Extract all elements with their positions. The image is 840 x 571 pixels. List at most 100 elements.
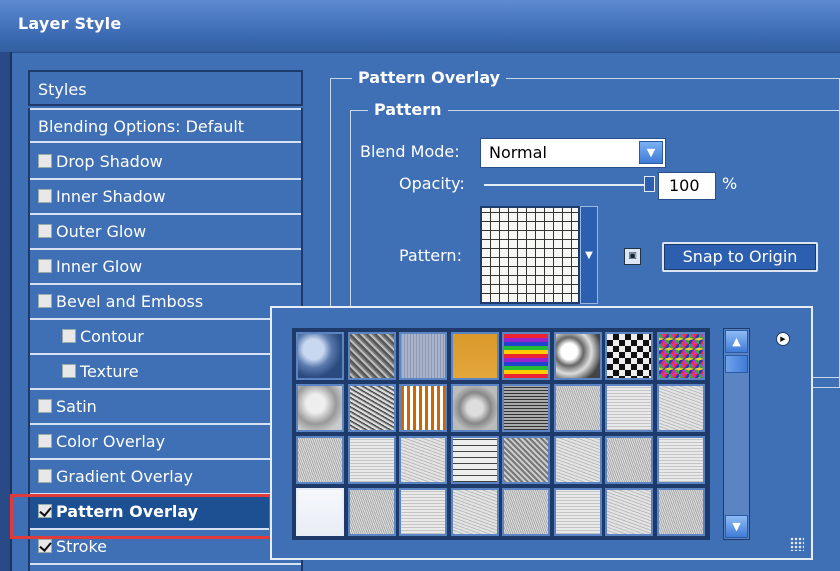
pattern-cell-rainbow-stripes[interactable] (502, 332, 550, 380)
style-item-gradient-overlay[interactable]: Gradient Overlay (30, 460, 301, 495)
style-checkbox[interactable] (38, 539, 52, 553)
style-item-outer-glow[interactable]: Outer Glow (30, 215, 301, 250)
pattern-cell-gray-bubbles[interactable] (450, 384, 499, 432)
style-item-bevel-and-emboss[interactable]: Bevel and Emboss (30, 285, 301, 320)
style-item-label: Color Overlay (56, 432, 166, 451)
style-checkbox[interactable] (38, 399, 52, 413)
pattern-cell-wrinkles[interactable] (347, 332, 396, 380)
style-checkbox[interactable] (38, 504, 52, 518)
pattern-scrollbar[interactable]: ▲ ▼ (723, 328, 750, 540)
style-item-label: Stroke (56, 537, 107, 556)
style-item-satin[interactable]: Satin (30, 390, 301, 425)
window-title: Layer Style (18, 14, 122, 33)
style-item-label: Satin (56, 397, 97, 416)
pattern-cell-bubbles[interactable] (296, 332, 344, 380)
pattern-grid (292, 328, 710, 540)
style-checkbox[interactable] (38, 469, 52, 483)
styles-header: Styles (28, 70, 303, 106)
style-item-label: Inner Glow (56, 257, 143, 276)
pattern-cell-confetti[interactable] (656, 332, 705, 380)
scroll-down-icon[interactable]: ▼ (725, 515, 748, 538)
style-item-pattern-overlay[interactable]: Pattern Overlay (30, 495, 301, 530)
style-checkbox[interactable] (38, 434, 52, 448)
pattern-cell-paper-9[interactable] (347, 488, 396, 536)
style-checkbox[interactable] (38, 189, 52, 203)
opacity-label: Opacity: (399, 174, 465, 193)
blend-mode-select[interactable]: Normal ▼ (480, 138, 666, 168)
pattern-cell-paper-6[interactable] (553, 436, 602, 484)
window-edge (0, 52, 12, 571)
pattern-cell-paper-5[interactable] (399, 436, 447, 484)
opacity-input[interactable]: 100 (658, 172, 716, 200)
pattern-cell-stone[interactable] (553, 332, 602, 380)
style-item-label: Inner Shadow (56, 187, 166, 206)
pattern-cell-arrows[interactable] (399, 384, 447, 432)
pattern-cell-paper-8[interactable] (656, 436, 705, 484)
style-item-texture[interactable]: Texture (30, 355, 301, 390)
blend-mode-value: Normal (489, 143, 547, 162)
style-checkbox[interactable] (38, 294, 52, 308)
picker-menu-icon[interactable]: ▶ (776, 332, 790, 346)
pattern-label: Pattern: (399, 246, 462, 265)
style-item-contour[interactable]: Contour (30, 320, 301, 355)
style-checkbox[interactable] (38, 154, 52, 168)
pattern-swatch[interactable] (480, 206, 580, 304)
pattern-cell-paper-12[interactable] (502, 488, 550, 536)
pattern-cell-paper-11[interactable] (450, 488, 499, 536)
scroll-thumb[interactable] (725, 355, 748, 373)
style-item-label: Gradient Overlay (56, 467, 193, 486)
pattern-cell-paper-15[interactable] (656, 488, 705, 536)
pattern-dropdown-arrow-icon[interactable]: ▼ (580, 206, 598, 304)
pattern-cell-grid[interactable] (450, 436, 499, 484)
style-checkbox[interactable] (62, 329, 76, 343)
styles-list: Blending Options: Default Drop Shadow Inne… (28, 108, 303, 571)
style-item-inner-glow[interactable]: Inner Glow (30, 250, 301, 285)
style-item-label: Contour (80, 327, 144, 346)
pattern-cell-paper-3[interactable] (656, 384, 705, 432)
pattern-cell-paper-1[interactable] (553, 384, 602, 432)
style-item-label: Drop Shadow (56, 152, 163, 171)
style-checkbox[interactable] (38, 224, 52, 238)
pattern-cell-fibers[interactable] (399, 332, 447, 380)
resize-grip-icon[interactable] (790, 537, 804, 551)
pattern-cell-paper-14[interactable] (605, 488, 653, 536)
blend-mode-label: Blend Mode: (360, 142, 460, 161)
pattern-cell-paper-4[interactable] (296, 436, 344, 484)
pattern-cell-paper-2[interactable] (605, 384, 653, 432)
style-item-color-overlay[interactable]: Color Overlay (30, 425, 301, 460)
style-item-label: Texture (80, 362, 139, 381)
pattern-cell-paper-7[interactable] (605, 436, 653, 484)
new-preset-icon[interactable]: ▣ (624, 248, 641, 265)
pattern-cell-checkerboard[interactable] (605, 332, 653, 380)
styles-panel: Styles Blending Options: Default Drop Sha… (28, 70, 303, 571)
style-checkbox[interactable] (38, 259, 52, 273)
pattern-cell-granite-2[interactable] (347, 436, 396, 484)
style-item-stroke[interactable]: Stroke (30, 530, 301, 565)
style-item-inner-shadow[interactable]: Inner Shadow (30, 180, 301, 215)
pattern-cell-gray-clouds[interactable] (296, 384, 344, 432)
style-item-blending-options-default[interactable]: Blending Options: Default (30, 108, 301, 143)
opacity-unit: % (722, 174, 738, 193)
pattern-cell-mesh[interactable] (502, 384, 550, 432)
pattern-cell-white[interactable] (296, 488, 344, 536)
snap-to-origin-button[interactable]: Snap to Origin (662, 242, 818, 272)
style-item-label: Outer Glow (56, 222, 147, 241)
opacity-slider-thumb[interactable] (644, 176, 655, 192)
style-item-label: Blending Options: Default (38, 117, 245, 136)
pattern-cell-granite[interactable] (347, 384, 396, 432)
style-item-label: Pattern Overlay (56, 502, 199, 521)
pattern-cell-burlap[interactable] (502, 436, 550, 484)
opacity-slider-track[interactable] (484, 184, 650, 186)
pattern-cell-orange-texture[interactable] (450, 332, 499, 380)
pattern-subgroup-title: Pattern (368, 100, 448, 119)
title-bar: Layer Style (0, 0, 840, 53)
style-item-drop-shadow[interactable]: Drop Shadow (30, 145, 301, 180)
chevron-down-icon[interactable]: ▼ (639, 141, 663, 164)
scroll-up-icon[interactable]: ▲ (725, 330, 748, 353)
style-item-label: Bevel and Emboss (56, 292, 204, 311)
pattern-cell-paper-13[interactable] (553, 488, 602, 536)
pattern-overlay-title: Pattern Overlay (352, 68, 507, 87)
style-checkbox[interactable] (62, 364, 76, 378)
pattern-picker-popup: ▲ ▼ ▶ (270, 306, 813, 560)
pattern-cell-paper-10[interactable] (399, 488, 447, 536)
